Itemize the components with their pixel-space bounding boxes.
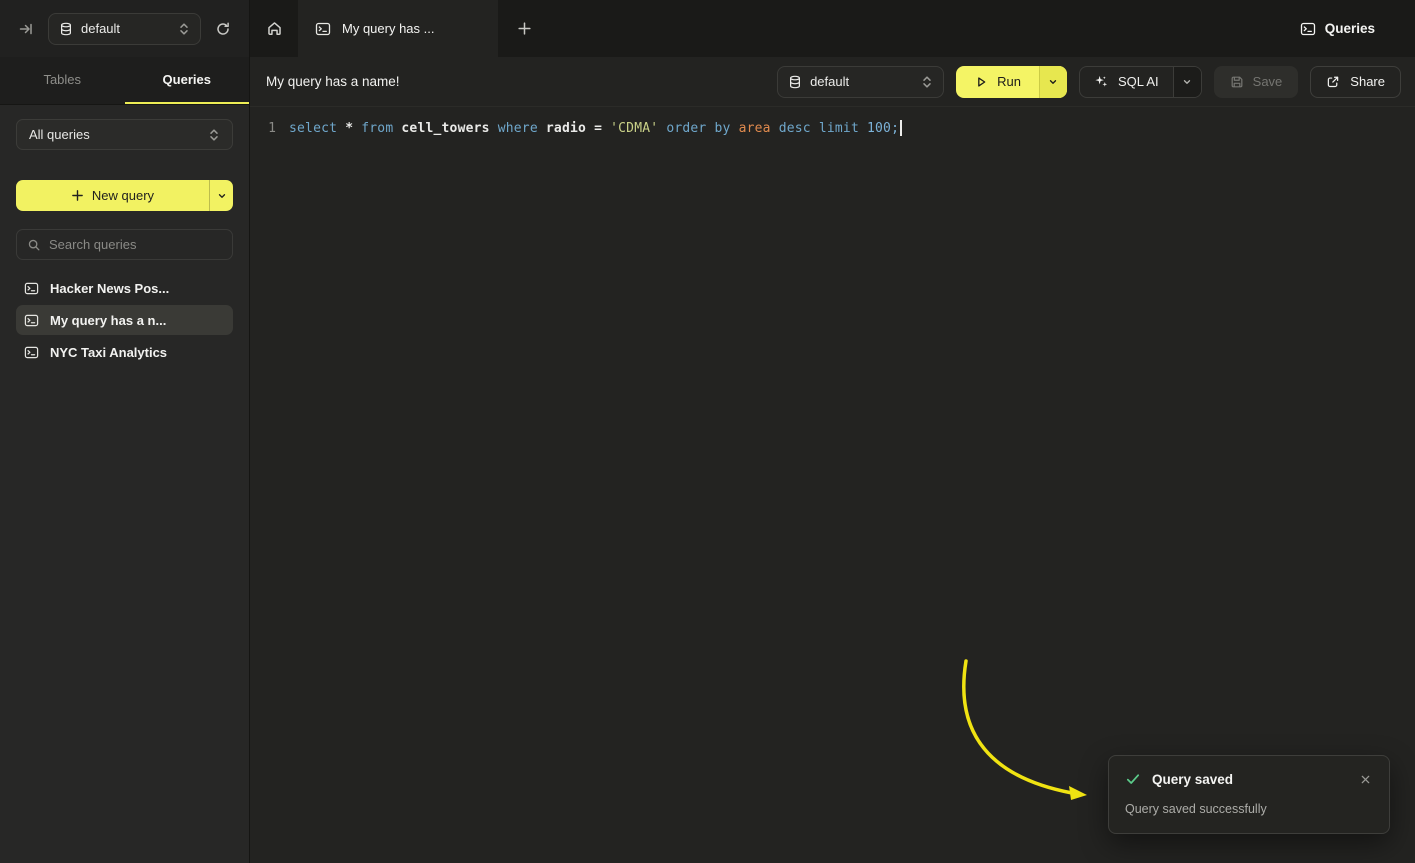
save-button[interactable]: Save <box>1214 66 1299 98</box>
check-icon <box>1125 771 1141 787</box>
toast-query-saved: Query saved Query saved successfully <box>1108 755 1390 834</box>
search-queries-box <box>16 229 233 260</box>
code-tokens: select * from cell_towers where radio = … <box>289 121 899 136</box>
run-label: Run <box>997 74 1021 89</box>
tab-strip-spacer <box>550 0 1300 57</box>
queries-indicator-label: Queries <box>1325 21 1375 36</box>
sql-ai-options-button[interactable] <box>1173 67 1201 97</box>
chevron-down-icon <box>1048 77 1058 87</box>
code-line-1[interactable]: 1 select * from cell_towers where radio … <box>250 117 1415 139</box>
toolbar: default Run <box>777 66 1401 98</box>
toolbar-database-selector[interactable]: default <box>777 66 944 98</box>
new-query-label: New query <box>92 188 154 203</box>
chevron-updown-icon <box>208 128 220 142</box>
run-button[interactable]: Run <box>956 66 1039 98</box>
sql-editor[interactable]: 1 select * from cell_towers where radio … <box>250 107 1415 863</box>
close-icon <box>1360 774 1371 785</box>
page-title: My query has a name! <box>266 74 400 89</box>
chevron-updown-icon <box>178 22 190 36</box>
collapse-sidebar-icon <box>18 21 34 37</box>
query-terminal-icon <box>315 21 331 37</box>
save-label: Save <box>1253 74 1283 89</box>
text-cursor <box>900 120 902 136</box>
tab-title: My query has ... <box>342 21 434 36</box>
app-window: default Tables Queries <box>0 0 1415 863</box>
home-icon <box>266 20 283 37</box>
query-terminal-icon <box>24 281 39 296</box>
tab-my-query[interactable]: My query has ... <box>298 0 498 57</box>
database-icon <box>59 22 73 36</box>
collapse-sidebar-button[interactable] <box>14 17 38 41</box>
query-list: Hacker News Pos... My query has a n... <box>16 273 233 367</box>
toast-title: Query saved <box>1152 772 1233 787</box>
refresh-icon <box>215 21 231 37</box>
sparkles-icon <box>1094 74 1109 89</box>
sql-ai-label: SQL AI <box>1118 74 1159 89</box>
sidebar-top-bar: default <box>0 0 249 57</box>
sidebar-tab-queries-label: Queries <box>163 72 211 87</box>
save-icon <box>1230 75 1244 89</box>
query-terminal-icon <box>1300 21 1316 37</box>
chevron-down-icon <box>1182 77 1192 87</box>
home-button[interactable] <box>250 0 298 57</box>
run-options-button[interactable] <box>1039 66 1067 98</box>
query-header: My query has a name! default <box>250 57 1415 107</box>
query-filter-value: All queries <box>29 127 90 142</box>
query-item-label: My query has a n... <box>50 313 166 328</box>
refresh-button[interactable] <box>211 17 235 41</box>
search-queries-input[interactable] <box>49 237 225 252</box>
play-icon <box>974 75 988 89</box>
query-terminal-icon <box>24 313 39 328</box>
share-label: Share <box>1350 74 1385 89</box>
line-number: 1 <box>250 121 276 136</box>
run-button-group: Run <box>956 66 1067 98</box>
toolbar-database-value: default <box>810 74 849 89</box>
new-query-button[interactable]: New query <box>16 180 233 211</box>
plus-icon <box>517 21 532 36</box>
new-query-main[interactable]: New query <box>16 180 209 211</box>
sql-ai-button[interactable]: SQL AI <box>1080 67 1173 97</box>
plus-icon <box>71 189 84 202</box>
share-icon <box>1326 75 1340 89</box>
query-item-label: Hacker News Pos... <box>50 281 169 296</box>
tab-strip: My query has ... Queries <box>250 0 1415 57</box>
sql-ai-button-group: SQL AI <box>1079 66 1202 98</box>
sidebar-tab-bar: Tables Queries <box>0 57 249 105</box>
sidebar-database-selector[interactable]: default <box>48 13 201 45</box>
main-column: My query has ... Queries My <box>250 0 1415 863</box>
database-icon <box>788 75 802 89</box>
query-list-item-hacker-news[interactable]: Hacker News Pos... <box>16 273 233 303</box>
chevron-updown-icon <box>921 75 933 89</box>
new-tab-button[interactable] <box>498 0 550 57</box>
toast-header: Query saved <box>1125 771 1373 787</box>
new-query-dropdown-button[interactable] <box>209 180 233 211</box>
query-item-label: NYC Taxi Analytics <box>50 345 167 360</box>
search-icon <box>27 238 41 252</box>
chevron-down-icon <box>217 191 227 201</box>
query-list-item-my-query[interactable]: My query has a n... <box>16 305 233 335</box>
share-button[interactable]: Share <box>1310 66 1401 98</box>
sidebar-database-value: default <box>81 21 120 36</box>
queries-indicator[interactable]: Queries <box>1300 0 1415 57</box>
query-filter-dropdown[interactable]: All queries <box>16 119 233 150</box>
sidebar-tab-tables[interactable]: Tables <box>0 57 125 104</box>
sidebar-tab-tables-label: Tables <box>43 72 81 87</box>
sidebar-body: All queries New query <box>0 105 249 863</box>
toast-message: Query saved successfully <box>1125 802 1373 816</box>
sidebar: default Tables Queries <box>0 0 250 863</box>
toast-close-button[interactable] <box>1358 772 1373 787</box>
sidebar-tab-queries[interactable]: Queries <box>125 57 250 104</box>
query-list-item-nyc-taxi[interactable]: NYC Taxi Analytics <box>16 337 233 367</box>
query-terminal-icon <box>24 345 39 360</box>
